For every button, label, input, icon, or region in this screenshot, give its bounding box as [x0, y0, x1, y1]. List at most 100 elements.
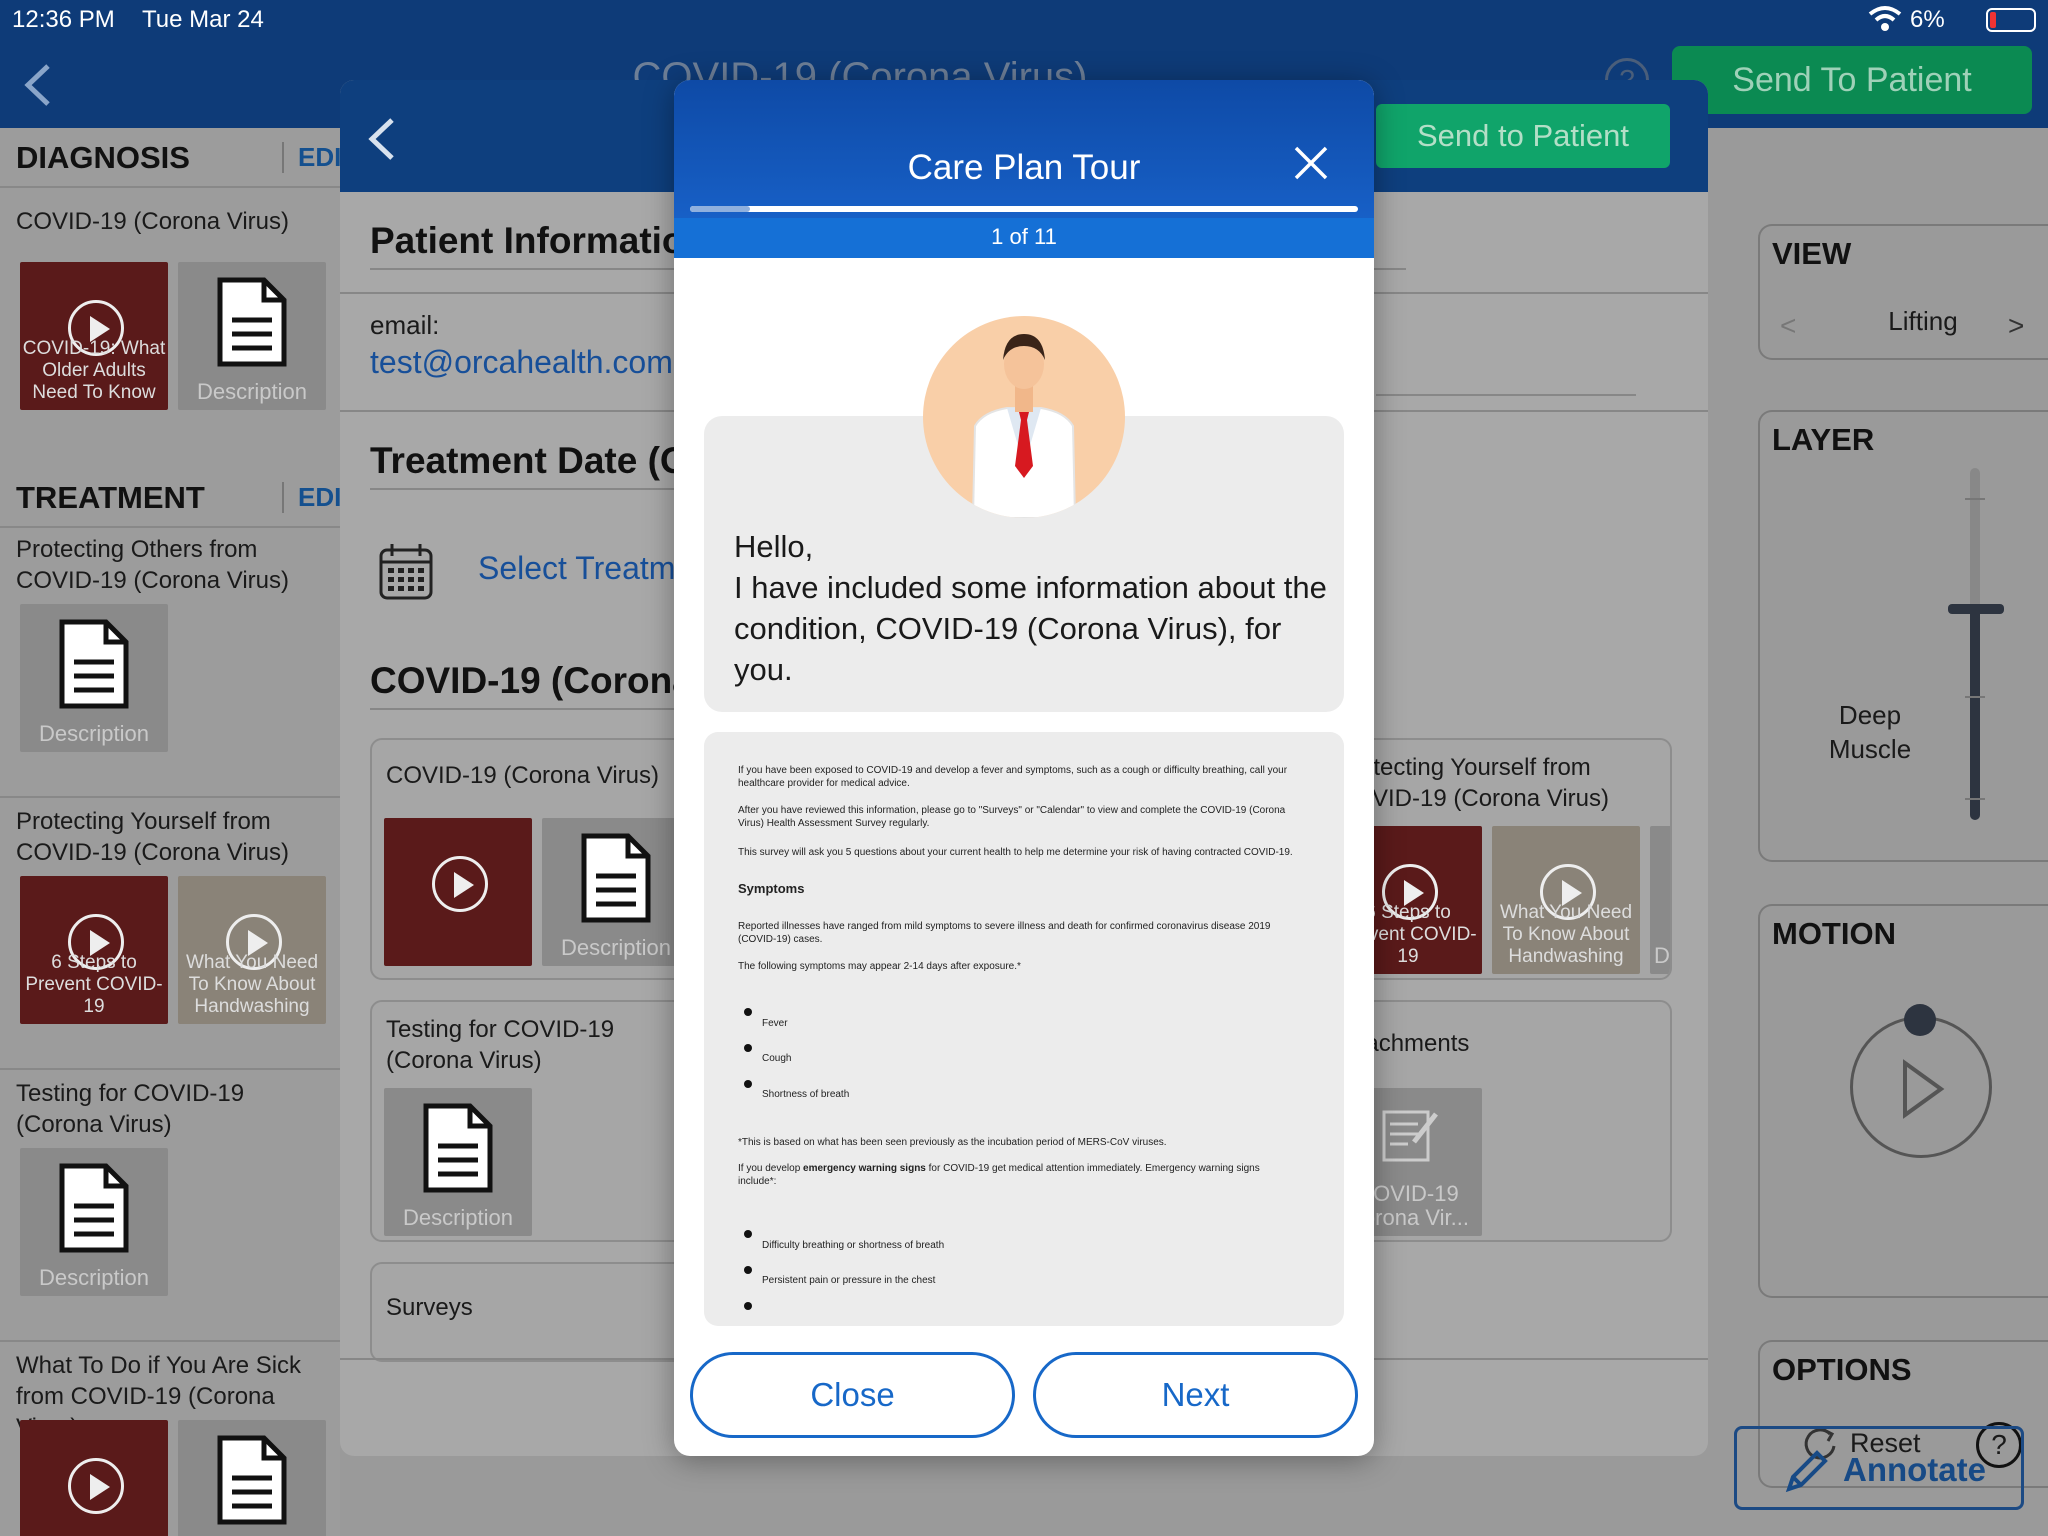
layer-tick [1965, 798, 1985, 800]
content-card-covid[interactable]: COVID-19 (Corona Virus) Description [370, 738, 710, 980]
tour-progress-fill [690, 206, 751, 212]
video-caption: What You Need To Know About Handwashing [185, 952, 319, 1017]
symptom-item: Fever [762, 1018, 788, 1029]
video-thumbnail[interactable]: What You Need To Know About Handwashing [178, 876, 326, 1024]
model-controls-panel: VIEW < Lifting > LAYER Deep Muscle MOTIO… [1708, 128, 2048, 1536]
video-thumbnail[interactable] [384, 818, 532, 966]
divider [0, 1068, 340, 1070]
bullet [744, 1044, 752, 1052]
divider [0, 1340, 340, 1342]
email-value[interactable]: test@orcahealth.com [370, 344, 673, 381]
layer-box: LAYER Deep Muscle [1758, 410, 2048, 862]
bullet [744, 1230, 752, 1238]
pencil-icon [1785, 1450, 1828, 1493]
layer-slider-fill [1970, 608, 1980, 820]
patient-info-heading: Patient Information [370, 220, 708, 261]
content-card-surveys[interactable]: Surveys [370, 1262, 710, 1362]
play-icon [432, 856, 488, 912]
doc-paragraph: If you have been exposed to COVID-19 and… [738, 765, 1288, 789]
calendar-icon[interactable] [378, 542, 434, 602]
motion-dial-handle[interactable] [1904, 1004, 1936, 1036]
doc-paragraph: *This is based on what has been seen pre… [738, 1137, 1167, 1148]
layer-value-line2: Muscle [1828, 734, 1912, 764]
doc-paragraph: Reported illnesses have ranged from mild… [738, 921, 1271, 945]
layer-tick [1965, 498, 1985, 500]
document-icon [217, 277, 287, 367]
modal-title: Care Plan Tour [907, 148, 1141, 187]
annotate-button[interactable]: Annotate [1734, 1426, 2024, 1510]
description-caption: D [1654, 943, 1670, 968]
document-icon [59, 1163, 129, 1253]
next-button[interactable]: Next [1033, 1352, 1358, 1438]
symptoms-heading: Symptoms [738, 881, 805, 896]
diagnosis-edit-link[interactable]: EDIT [282, 142, 340, 173]
send-to-patient-button[interactable]: Send To Patient [1672, 46, 2032, 114]
description-thumbnail[interactable]: Description [542, 818, 690, 966]
motion-dial[interactable] [1850, 1016, 1992, 1158]
care-plan-tour-modal: Care Plan Tour 1 of 11 Hello, I have inc… [674, 80, 1374, 1456]
status-time: 12:36 PM [12, 6, 115, 33]
video-thumbnail[interactable]: What You Need To Know About Handwashing [1492, 826, 1640, 974]
bullet [744, 1008, 752, 1016]
description-thumbnail[interactable]: Description [384, 1088, 532, 1236]
view-heading: VIEW [1772, 236, 1852, 271]
document-icon [217, 1435, 287, 1525]
document-icon [581, 833, 651, 923]
treatment-item-title: Protecting Yourself from COVID-19 (Coron… [16, 808, 289, 866]
description-thumbnail[interactable]: Description [20, 604, 168, 752]
description-thumbnail[interactable]: D [1650, 826, 1670, 974]
status-bar: 12:36 PM Tue Mar 24 6% [0, 0, 2048, 40]
view-value: Lifting [1888, 306, 1958, 336]
doc-paragraph: The following symptoms may appear 2-14 d… [738, 961, 1021, 972]
back-chevron-icon[interactable] [362, 114, 402, 164]
doc-paragraph-emergency: If you develop emergency warning signs f… [738, 1162, 1298, 1188]
divider [0, 796, 340, 798]
layer-tick [1965, 696, 1985, 698]
video-thumbnail[interactable] [20, 1420, 168, 1536]
divider [1376, 394, 1636, 396]
play-icon [1903, 1059, 1945, 1119]
description-caption: Description [560, 935, 672, 960]
description-caption: Description [196, 379, 308, 404]
description-caption: Description [402, 1205, 514, 1230]
treatment-edit-link[interactable]: EDIT [282, 482, 340, 513]
view-next-button[interactable]: > [2008, 310, 2024, 342]
wifi-icon [1868, 4, 1904, 34]
close-icon[interactable] [1290, 142, 1332, 184]
condition-document[interactable]: If you have been exposed to COVID-19 and… [704, 732, 1344, 1326]
document-icon [59, 619, 129, 709]
bullet [744, 1302, 752, 1310]
doc-paragraph: After you have reviewed this information… [738, 805, 1286, 829]
bullet [744, 1080, 752, 1088]
treatment-header: TREATMENT EDIT [0, 468, 340, 528]
dialog-send-to-patient-button[interactable]: Send to Patient [1376, 104, 1670, 168]
description-thumbnail[interactable]: Description [20, 1148, 168, 1296]
close-button[interactable]: Close [690, 1352, 1015, 1438]
layer-value-line1: Deep [1838, 700, 1902, 730]
card-title: Protecting Yourself from COVID-19 (Coron… [1336, 754, 1609, 812]
description-thumbnail[interactable]: Description [178, 262, 326, 410]
layer-heading: LAYER [1772, 422, 1875, 457]
warning-item: Difficulty breathing or shortness of bre… [762, 1240, 945, 1251]
emergency-text-pre: If you develop [738, 1163, 804, 1174]
video-thumbnail[interactable]: 6 Steps to Prevent COVID-19 [20, 876, 168, 1024]
diagnosis-item-title: COVID-19 (Corona Virus) [16, 208, 289, 235]
email-label: email: [370, 310, 440, 340]
motion-heading: MOTION [1772, 916, 1896, 951]
content-card-testing[interactable]: Testing for COVID-19 (Corona Virus) Desc… [370, 1000, 710, 1242]
view-prev-button[interactable]: < [1780, 310, 1796, 342]
symptom-item: Cough [762, 1053, 792, 1064]
card-title: COVID-19 (Corona Virus) [386, 762, 659, 789]
layer-slider-handle[interactable] [1948, 603, 2004, 614]
video-caption: 6 Steps to Prevent COVID-19 [25, 952, 163, 1017]
description-thumbnail[interactable] [178, 1420, 326, 1536]
video-thumbnail[interactable]: COVID-19: What Older Adults Need To Know [20, 262, 168, 410]
greeting-text: Hello, I have included some information … [734, 529, 1327, 687]
play-icon [68, 1458, 124, 1514]
doctor-avatar [923, 316, 1125, 518]
back-chevron-icon[interactable] [18, 60, 58, 110]
options-heading: OPTIONS [1772, 1352, 1912, 1387]
doc-paragraph: This survey will ask you 5 questions abo… [738, 847, 1293, 858]
battery-percent: 6% [1910, 6, 1945, 33]
care-plan-sidebar: DIAGNOSIS EDIT COVID-19 (Corona Virus) C… [0, 128, 340, 1536]
